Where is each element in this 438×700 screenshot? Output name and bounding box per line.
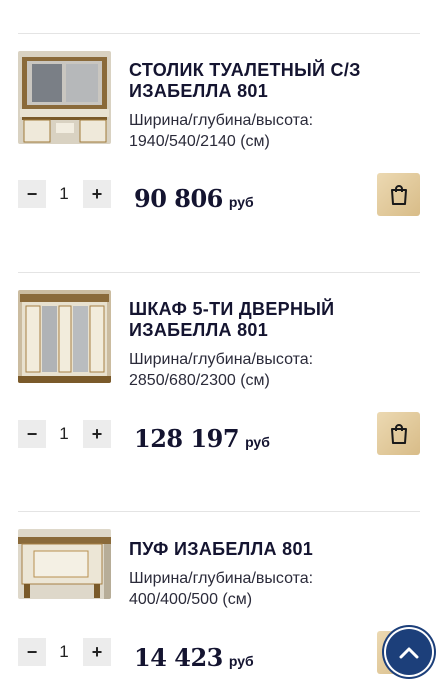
divider [18,272,420,273]
divider [18,511,420,512]
title-line: ИЗАБЕЛЛА 801 [129,320,269,340]
price-amount: 14 423 [134,643,223,672]
increment-button[interactable]: + [83,638,111,666]
decrement-button[interactable]: − [18,180,46,208]
dims-label: Ширина/глубина/высота: [129,570,314,587]
decrement-button[interactable]: − [18,420,46,448]
quantity-value[interactable]: 1 [52,638,76,666]
price-amount: 128 197 [134,424,240,453]
chevron-up-icon [399,647,419,659]
currency: руб [228,194,254,210]
product-image[interactable] [18,290,111,383]
add-to-cart-button[interactable] [377,412,420,455]
price: 90 806 руб [134,184,254,213]
add-to-cart-button[interactable] [377,173,420,216]
dims-label: Ширина/глубина/высота: [129,112,314,129]
currency: руб [228,653,254,669]
title-line: СТОЛИК ТУАЛЕТНЫЙ С/З [129,60,361,80]
increment-button[interactable]: + [83,180,111,208]
dims-value: 400/400/500 (см) [129,591,253,608]
product-title[interactable]: СТОЛИК ТУАЛЕТНЫЙ С/З ИЗАБЕЛЛА 801 [129,60,408,102]
title-line: ШКАФ 5-ТИ ДВЕРНЫЙ [129,299,335,319]
dims-value: 1940/540/2140 (см) [129,133,270,150]
quantity-value[interactable]: 1 [52,180,76,208]
product-image[interactable] [18,51,111,144]
price-amount: 90 806 [134,184,223,213]
dims-value: 2850/680/2300 (см) [129,372,270,389]
increment-button[interactable]: + [83,420,111,448]
shopping-bag-icon [390,423,407,444]
product-image[interactable] [18,529,111,599]
shopping-bag-icon [390,184,407,205]
title-line: ПУФ ИЗАБЕЛЛА 801 [129,539,314,559]
quantity-value[interactable]: 1 [52,420,76,448]
product-title[interactable]: ПУФ ИЗАБЕЛЛА 801 [129,539,408,560]
product-title[interactable]: ШКАФ 5-ТИ ДВЕРНЫЙ ИЗАБЕЛЛА 801 [129,299,408,341]
price: 14 423 руб [134,643,254,672]
scroll-to-top-button[interactable] [386,629,432,675]
currency: руб [245,434,270,450]
decrement-button[interactable]: − [18,638,46,666]
dims-label: Ширина/глубина/высота: [129,351,314,368]
price: 128 197 руб [134,424,270,453]
title-line: ИЗАБЕЛЛА 801 [129,81,269,101]
top-divider [18,33,420,34]
